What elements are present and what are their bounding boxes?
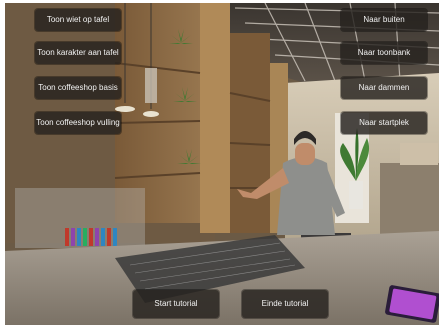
button-label: Toon karakter aan tafel <box>37 48 119 57</box>
game-viewport[interactable]: Toon wiet op tafel Toon karakter aan taf… <box>5 3 439 325</box>
show-coffeeshop-base-button[interactable]: Toon coffeeshop basis <box>35 77 121 99</box>
button-label: Naar dammen <box>358 83 410 92</box>
button-label: Toon coffeeshop vulling <box>36 118 120 127</box>
button-label: Toon wiet op tafel <box>46 15 110 24</box>
button-label: Naar toonbank <box>357 48 411 57</box>
test-tubes <box>65 228 117 246</box>
show-weed-on-table-button[interactable]: Toon wiet op tafel <box>35 9 121 31</box>
shelf-items <box>400 143 438 165</box>
go-to-counter-button[interactable]: Naar toonbank <box>341 42 427 64</box>
button-label: Einde tutorial <box>261 299 309 308</box>
show-coffeeshop-fill-button[interactable]: Toon coffeeshop vulling <box>35 112 121 134</box>
go-outside-button[interactable]: Naar buiten <box>341 9 427 31</box>
button-label: Toon coffeeshop basis <box>38 83 118 92</box>
button-label: Naar startplek <box>359 118 409 127</box>
show-character-at-table-button[interactable]: Toon karakter aan tafel <box>35 42 121 64</box>
end-tutorial-button[interactable]: Einde tutorial <box>242 290 328 318</box>
go-to-checkers-button[interactable]: Naar dammen <box>341 77 427 99</box>
button-label: Naar buiten <box>363 15 405 24</box>
start-tutorial-button[interactable]: Start tutorial <box>133 290 219 318</box>
go-to-start-button[interactable]: Naar startplek <box>341 112 427 134</box>
button-label: Start tutorial <box>154 299 198 308</box>
